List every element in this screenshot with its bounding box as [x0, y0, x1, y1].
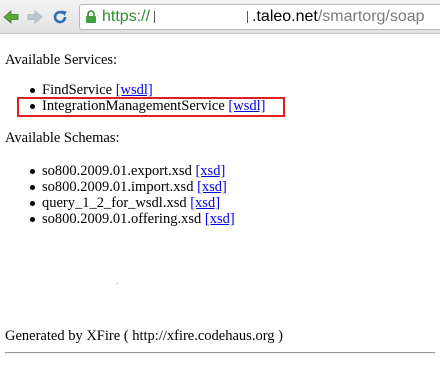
schemas-list: so800.2009.01.export.xsd [xsd] so800.200… — [5, 163, 235, 227]
list-item-schema: so800.2009.01.offering.xsd [xsd] — [5, 211, 235, 227]
schemas-heading: Available Schemas: — [5, 130, 120, 146]
schema-name: so800.2009.01.import.xsd — [42, 179, 194, 195]
highlight-box — [17, 97, 285, 117]
xsd-link[interactable]: [xsd] — [205, 211, 235, 227]
stray-dot — [117, 283, 118, 284]
wsdl-link[interactable]: [wsdl] — [116, 82, 153, 98]
list-item-schema: query_1_2_for_wsdl.xsd [xsd] — [5, 195, 235, 211]
horizontal-rule — [5, 352, 435, 354]
browser-toolbar: https:// .taleo.net /smartorg/soap — [0, 0, 440, 34]
services-heading: Available Services: — [5, 52, 118, 68]
address-bar[interactable]: https:// .taleo.net /smartorg/soap — [79, 4, 440, 30]
service-name: FindService — [42, 82, 113, 98]
back-arrow-icon[interactable] — [3, 9, 19, 25]
url-protocol: https:// — [102, 8, 151, 25]
xsd-link[interactable]: [xsd] — [195, 163, 225, 179]
lock-icon — [85, 10, 97, 24]
schema-name: query_1_2_for_wsdl.xsd — [42, 195, 187, 211]
forward-arrow-icon[interactable] — [27, 9, 43, 25]
schema-name: so800.2009.01.offering.xsd — [42, 211, 202, 227]
list-item-schema: so800.2009.01.import.xsd [xsd] — [5, 179, 235, 195]
xsd-link[interactable]: [xsd] — [197, 179, 227, 195]
list-item-findservice: FindService [wsdl] — [5, 82, 265, 98]
xsd-link[interactable]: [xsd] — [190, 195, 220, 211]
list-item-schema: so800.2009.01.export.xsd [xsd] — [5, 163, 235, 179]
url-host-redacted — [150, 8, 252, 26]
schema-name: so800.2009.01.export.xsd — [42, 163, 192, 179]
footer-text: Generated by XFire ( http://xfire.codeha… — [5, 328, 283, 344]
reload-icon[interactable] — [52, 9, 68, 25]
url-path: /smartorg/soap — [317, 8, 425, 25]
url-host: .taleo.net — [252, 8, 318, 25]
